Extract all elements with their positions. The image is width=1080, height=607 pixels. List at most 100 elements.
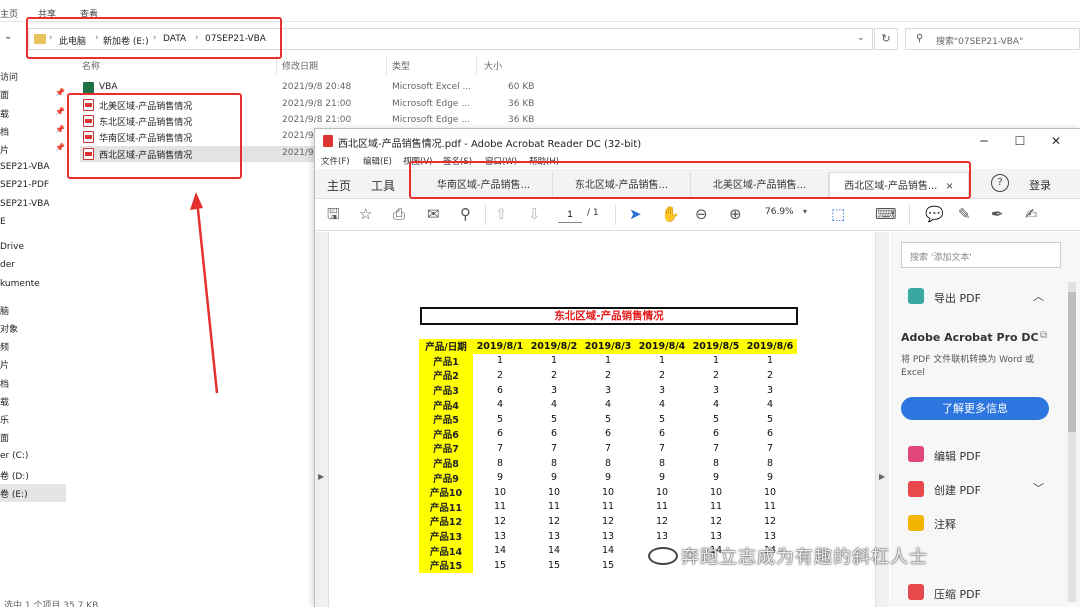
maximize-button[interactable]: ☐ (1005, 132, 1035, 150)
comment-icon[interactable]: 💬 (925, 205, 944, 223)
value-cell: 11 (763, 501, 777, 513)
value-cell: 1 (766, 355, 774, 367)
table-header-cell: 2019/8/6 (743, 339, 797, 354)
export-pdf-label[interactable]: 导出 PDF (934, 290, 981, 306)
select-cursor-icon[interactable]: ➤ (629, 205, 642, 223)
product-name-cell: 产品3 (419, 382, 473, 398)
page-display-icon[interactable]: ⬚ (831, 205, 845, 223)
value-cell: 11 (709, 501, 723, 513)
help-icon[interactable]: ? (991, 174, 1009, 192)
fill-sign-icon[interactable]: ✍ (1025, 205, 1038, 223)
tab-home[interactable]: 主页 (327, 177, 351, 194)
value-cell: 13 (493, 530, 507, 542)
chevron-up-icon[interactable]: ︿ (1033, 288, 1044, 304)
value-cell: 15 (493, 559, 507, 571)
email-icon[interactable]: ✉ (427, 205, 440, 223)
watermark-text: 奔跑立志成为有趣的斜杠人士 (681, 547, 928, 568)
edit-pdf-label[interactable]: 编辑 PDF (934, 448, 981, 464)
search-icon[interactable]: ⚲ (460, 205, 471, 223)
compress-pdf-label[interactable]: 压缩 PDF (934, 586, 981, 602)
zoom-out-icon[interactable]: ⊖ (695, 205, 708, 223)
bookmark-star-icon[interactable]: ☆ (359, 205, 372, 223)
chevron-down-icon[interactable]: ﹀ (1033, 480, 1044, 496)
value-cell: 7 (496, 442, 504, 454)
value-cell: 10 (763, 486, 777, 498)
product-name-cell: 产品15 (419, 557, 473, 573)
table-row: 产品1 1 1 1 1 1 1 (419, 353, 797, 369)
toolbar-divider (485, 205, 486, 225)
pro-title: Adobe Acrobat Pro DC (901, 331, 1039, 344)
value-cell: 4 (658, 399, 666, 411)
value-cell: 2 (712, 369, 720, 381)
minimize-button[interactable]: ─ (969, 132, 999, 150)
page-number-input[interactable] (558, 206, 582, 223)
zoom-in-icon[interactable]: ⊕ (729, 205, 742, 223)
value-cell: 6 (766, 428, 774, 440)
value-cell: 9 (766, 472, 774, 484)
create-pdf-label[interactable]: 创建 PDF (934, 482, 981, 498)
hand-icon[interactable]: ✋ (661, 205, 680, 223)
export-pdf-icon (908, 288, 924, 304)
value-cell: 4 (604, 399, 612, 411)
value-cell: 13 (601, 530, 615, 542)
product-name-cell: 产品12 (419, 514, 473, 529)
value-cell: 10 (547, 486, 561, 498)
value-cell: 5 (496, 413, 504, 425)
value-cell: 1 (712, 355, 720, 367)
left-pane-toggle[interactable]: ▶ (315, 232, 329, 607)
keyboard-icon[interactable]: ⌨ (875, 205, 897, 223)
learn-more-button[interactable]: 了解更多信息 (901, 397, 1049, 420)
value-cell: 6 (712, 428, 720, 440)
value-cell: 5 (550, 413, 558, 425)
chat-icon: ⧉ (1040, 330, 1048, 341)
toolbar-divider (615, 205, 616, 225)
value-cell: 7 (766, 442, 774, 454)
value-cell: 2 (496, 369, 504, 381)
product-name-cell: 产品9 (419, 470, 473, 485)
value-cell: 3 (604, 384, 612, 396)
table-row: 产品5 5 5 5 5 5 5 (419, 411, 797, 427)
value-cell: 4 (496, 399, 504, 411)
value-cell: 13 (655, 530, 669, 542)
product-name-cell: 产品5 (419, 411, 473, 427)
window-title: 西北区域-产品销售情况.pdf - Adobe Acrobat Reader D… (338, 139, 642, 150)
product-name-cell: 产品10 (419, 484, 473, 500)
print-icon[interactable]: ⎙ (393, 205, 405, 223)
chevron-down-icon[interactable]: ▾ (803, 207, 807, 216)
tools-search-input[interactable]: 搜索 '添加文本' (901, 242, 1061, 268)
product-name-cell: 产品4 (419, 397, 473, 412)
table-header-row: 产品/日期 2019/8/1 2019/8/2 2019/8/3 2019/8/… (419, 339, 797, 354)
zoom-level[interactable]: 76.9% (765, 207, 794, 217)
comment-label[interactable]: 注释 (934, 516, 956, 532)
value-cell: 13 (763, 530, 777, 542)
arrow-shaft (195, 199, 219, 394)
table-row: 产品10 10 10 10 10 10 10 (419, 484, 797, 500)
save-icon[interactable]: 🖫 (327, 205, 340, 223)
value-cell: 9 (496, 472, 504, 484)
value-cell: 2 (550, 369, 558, 381)
highlight-pen-icon[interactable]: ✎ (958, 205, 971, 223)
login-button[interactable]: 登录 (1029, 177, 1051, 193)
menu-edit[interactable]: 编辑(E) (363, 155, 392, 167)
sign-icon[interactable]: ✒ (991, 205, 1004, 223)
table-row: 产品9 9 9 9 9 9 9 (419, 470, 797, 485)
value-cell: 7 (604, 442, 612, 454)
menu-file[interactable]: 文件(F) (321, 155, 350, 167)
value-cell: 8 (496, 457, 504, 469)
table-header-cell: 产品/日期 (419, 339, 473, 354)
toolbar: 🖫 ☆ ⎙ ✉ ⚲ ⇧ ⇩ / 1 ➤ ✋ ⊖ ⊕ 76.9% ▾ ⬚ ⌨ 💬 … (315, 199, 1080, 231)
tab-tools[interactable]: 工具 (371, 177, 395, 194)
value-cell: 5 (766, 413, 774, 425)
value-cell: 15 (601, 559, 615, 571)
scrollbar-thumb[interactable] (1068, 292, 1076, 432)
table-row: 产品2 2 2 2 2 2 2 (419, 368, 797, 383)
value-cell: 2 (604, 369, 612, 381)
page-up-icon[interactable]: ⇧ (495, 205, 508, 223)
value-cell: 6 (496, 428, 504, 440)
close-button[interactable]: ✕ (1041, 132, 1071, 150)
value-cell: 4 (712, 399, 720, 411)
product-name-cell: 产品14 (419, 543, 473, 558)
product-name-cell: 产品2 (419, 368, 473, 383)
page-down-icon[interactable]: ⇩ (528, 205, 541, 223)
value-cell: 3 (550, 384, 558, 396)
